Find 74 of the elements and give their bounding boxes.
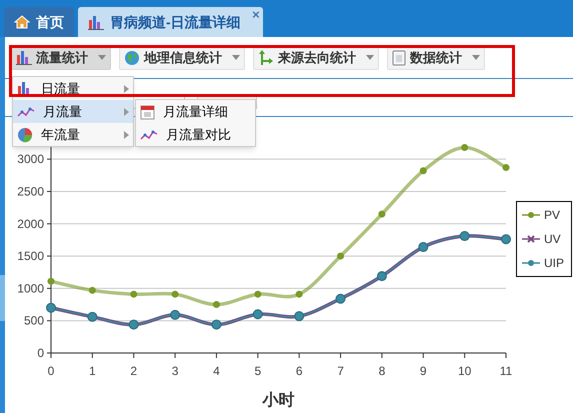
x-tick-label: 5	[254, 364, 262, 378]
data-point	[336, 294, 346, 304]
calendar-icon	[140, 104, 155, 120]
line-chart-icon	[140, 128, 158, 140]
x-tick-label: 4	[213, 364, 220, 378]
data-point	[376, 271, 387, 282]
home-icon	[14, 15, 30, 29]
x-tick-label: 11	[500, 364, 512, 378]
x-tick-label: 10	[458, 364, 472, 378]
data-point	[461, 144, 468, 152]
tab-label: 首页	[36, 12, 64, 32]
y-tick-label: 500	[24, 314, 44, 328]
bar-chart-icon	[16, 50, 32, 65]
data-point	[172, 290, 179, 298]
y-tick-label: 1500	[17, 249, 44, 264]
data-point	[128, 320, 139, 330]
menu-item[interactable]: 月流量对比	[136, 123, 255, 146]
collapse-handle[interactable]	[0, 275, 5, 321]
legend-label: UV	[544, 233, 561, 245]
x-tick-label: 3	[172, 364, 178, 378]
data-point	[337, 252, 344, 260]
data-point	[211, 320, 222, 330]
tab[interactable]: 首页	[4, 7, 74, 37]
data-point	[170, 310, 180, 320]
submenu-arrow-icon	[124, 84, 129, 92]
legend-label: PV	[544, 209, 560, 221]
data-point	[252, 309, 263, 320]
tab-label: 胃病频道-日流量详细	[110, 12, 241, 32]
x-tick-label: 8	[378, 364, 386, 378]
data-point	[48, 278, 54, 285]
y-tick-label: 0	[37, 346, 44, 360]
legend-label: UIP	[544, 257, 564, 269]
data-point	[130, 290, 138, 298]
line-chart-icon	[17, 106, 35, 118]
menu-item[interactable]: 日流量	[13, 77, 133, 100]
caret-icon	[472, 55, 480, 60]
x-tick-label: 7	[337, 364, 344, 378]
y-tick-label: 2000	[17, 216, 44, 231]
data-point	[212, 301, 220, 308]
data-point	[501, 234, 511, 244]
y-tick-label: 2500	[17, 184, 44, 198]
tab[interactable]: 胃病频道-日流量详细 ×	[78, 7, 263, 37]
x-tick-label: 2	[130, 364, 138, 378]
x-axis-title: 小时	[262, 390, 294, 409]
submenu-arrow-icon	[124, 108, 129, 116]
caret-icon	[366, 55, 374, 60]
pie-chart-icon	[17, 126, 33, 142]
menu-item[interactable]: 年流量	[13, 123, 133, 146]
x-tick-label: 1	[89, 364, 96, 378]
data-point	[378, 210, 386, 218]
menu-item[interactable]: 月流量	[13, 100, 133, 123]
data-point	[460, 231, 470, 242]
data-point	[420, 167, 427, 174]
caret-icon	[232, 55, 240, 60]
y-tick-label: 3000	[17, 152, 44, 166]
x-tick-label: 9	[420, 364, 427, 378]
data-point	[254, 290, 262, 298]
data-point	[296, 290, 303, 298]
globe-icon	[124, 50, 140, 66]
submenu-arrow-icon	[124, 130, 129, 138]
document-icon	[392, 50, 406, 66]
x-tick-label: 6	[296, 364, 303, 378]
bar-chart-icon	[88, 14, 104, 30]
data-point	[294, 311, 304, 322]
data-point	[46, 302, 56, 313]
data-point	[418, 242, 428, 252]
data-point	[87, 312, 98, 322]
data-point	[502, 164, 510, 172]
data-point	[88, 286, 96, 294]
x-tick-label: 0	[48, 364, 54, 378]
caret-icon	[98, 55, 106, 60]
menu-item[interactable]: 月流量详细	[136, 100, 255, 123]
turn-arrow-icon	[258, 50, 274, 66]
y-tick-label: 1000	[17, 281, 44, 296]
